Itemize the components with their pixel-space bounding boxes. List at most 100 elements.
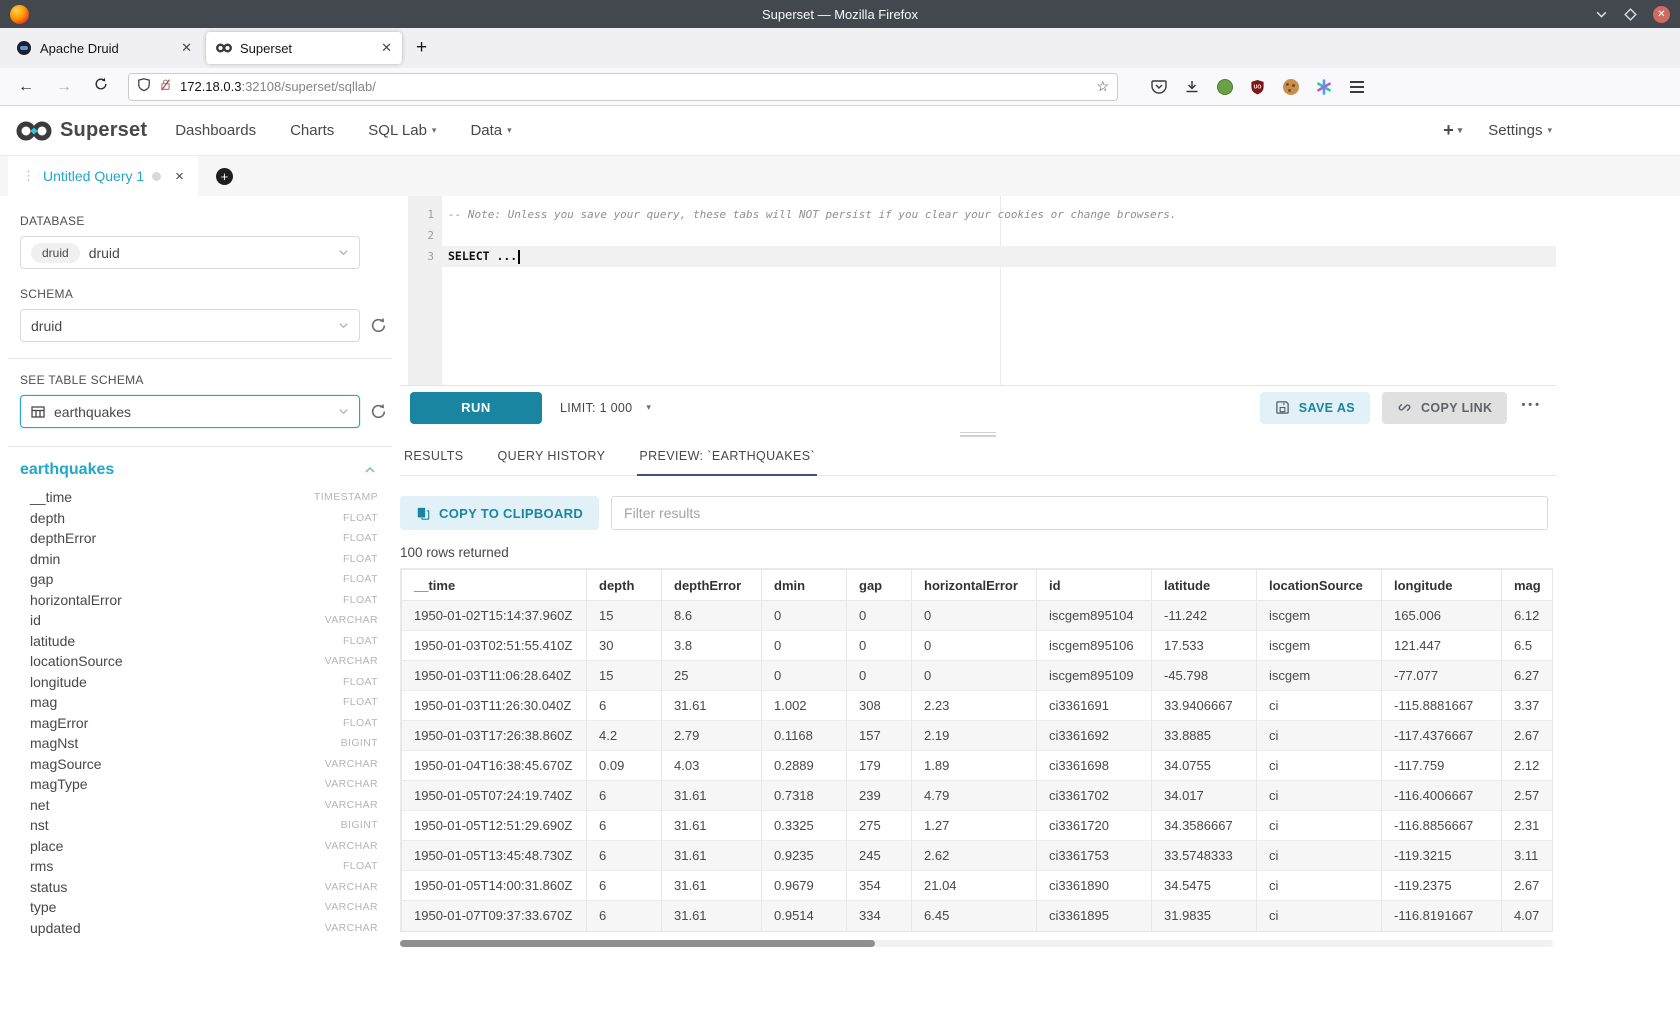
query-tab-close-icon[interactable]: × xyxy=(175,168,184,185)
more-actions-button[interactable]: ••• xyxy=(1519,399,1546,417)
nav-item-data[interactable]: Data▾ xyxy=(470,122,511,139)
window-minimize-icon[interactable] xyxy=(1595,8,1608,21)
horizontal-scrollbar[interactable] xyxy=(400,940,1553,947)
schema-column-row[interactable]: statusVARCHAR xyxy=(30,877,378,898)
schema-column-row[interactable]: typeVARCHAR xyxy=(30,897,378,918)
settings-menu[interactable]: Settings▾ xyxy=(1488,122,1552,139)
schema-column-row[interactable]: magNstBIGINT xyxy=(30,733,378,754)
container-icon[interactable] xyxy=(1315,78,1332,95)
menu-icon[interactable] xyxy=(1348,78,1365,95)
filter-results-input[interactable] xyxy=(611,496,1548,530)
database-select[interactable]: druid druid xyxy=(20,236,360,269)
column-header[interactable]: latitude xyxy=(1152,570,1257,601)
nav-item-charts[interactable]: Charts xyxy=(290,122,334,139)
cookie-icon[interactable] xyxy=(1282,78,1299,95)
table-row[interactable]: 1950-01-05T07:24:19.740Z631.610.73182394… xyxy=(402,781,1554,811)
schema-column-row[interactable]: depthFLOAT xyxy=(30,508,378,529)
schema-column-row[interactable]: placeVARCHAR xyxy=(30,836,378,857)
nav-item-dashboards[interactable]: Dashboards xyxy=(175,122,256,139)
editor-line[interactable]: 3SELECT ... xyxy=(408,246,1556,267)
column-header[interactable]: longitude xyxy=(1382,570,1502,601)
schema-column-row[interactable]: __timeTIMESTAMP xyxy=(30,487,378,508)
download-icon[interactable] xyxy=(1183,78,1200,95)
table-row[interactable]: 1950-01-04T16:38:45.670Z0.094.030.288917… xyxy=(402,751,1554,781)
back-icon[interactable]: ← xyxy=(10,78,42,96)
tab-close-icon[interactable]: ✕ xyxy=(381,40,392,56)
schema-column-row[interactable]: magErrorFLOAT xyxy=(30,713,378,734)
schema-column-row[interactable]: netVARCHAR xyxy=(30,795,378,816)
window-maximize-icon[interactable] xyxy=(1624,8,1637,21)
column-header[interactable]: horizontalError xyxy=(912,570,1037,601)
editor-line[interactable]: 2 xyxy=(408,225,1556,246)
forward-icon[interactable]: → xyxy=(48,78,80,96)
column-header[interactable]: dmin xyxy=(762,570,847,601)
schema-column-row[interactable]: horizontalErrorFLOAT xyxy=(30,590,378,611)
tab-close-icon[interactable]: ✕ xyxy=(181,40,192,56)
shield-icon[interactable] xyxy=(137,77,151,97)
schema-select[interactable]: druid xyxy=(20,309,360,342)
copy-to-clipboard-button[interactable]: COPY TO CLIPBOARD xyxy=(400,496,599,530)
table-row[interactable]: 1950-01-05T13:45:48.730Z631.610.92352452… xyxy=(402,841,1554,871)
schema-column-row[interactable]: idVARCHAR xyxy=(30,610,378,631)
schema-column-row[interactable]: depthErrorFLOAT xyxy=(30,528,378,549)
schema-column-row[interactable]: gapFLOAT xyxy=(30,569,378,590)
column-header[interactable]: id xyxy=(1037,570,1152,601)
add-new-button[interactable]: +▾ xyxy=(1443,120,1462,141)
tab-preview-earthquakes[interactable]: PREVIEW: `EARTHQUAKES` xyxy=(637,439,817,476)
schema-column-row[interactable]: magTypeVARCHAR xyxy=(30,774,378,795)
table-row[interactable]: 1950-01-03T11:06:28.640Z1525000iscgem895… xyxy=(402,661,1554,691)
schema-panel-title[interactable]: earthquakes xyxy=(20,461,114,479)
browser-tab-superset[interactable]: Superset ✕ xyxy=(206,32,402,64)
superset-logo[interactable]: Superset xyxy=(16,119,147,143)
query-tab-active[interactable]: ⋮ Untitled Query 1 × xyxy=(8,156,198,196)
run-button[interactable]: RUN xyxy=(410,392,542,424)
table-row[interactable]: 1950-01-05T12:51:29.690Z631.610.33252751… xyxy=(402,811,1554,841)
drag-handle-icon[interactable]: ⋮ xyxy=(22,168,35,184)
scrollbar-thumb[interactable] xyxy=(400,940,875,947)
new-tab-button[interactable]: + xyxy=(404,37,439,59)
insecure-lock-icon[interactable] xyxy=(159,77,172,97)
privacy-badger-icon[interactable] xyxy=(1216,78,1233,95)
refresh-table-icon[interactable] xyxy=(370,403,387,420)
schema-column-row[interactable]: magFLOAT xyxy=(30,692,378,713)
url-bar[interactable]: 172.18.0.3:32108/superset/sqllab/ ☆ xyxy=(128,73,1118,101)
editor-line[interactable]: 1-- Note: Unless you save your query, th… xyxy=(408,204,1556,225)
refresh-schema-icon[interactable] xyxy=(370,317,387,334)
schema-column-row[interactable]: magSourceVARCHAR xyxy=(30,754,378,775)
column-header[interactable]: __time xyxy=(402,570,587,601)
limit-dropdown[interactable]: LIMIT: 1 000 ▾ xyxy=(560,401,651,415)
schema-column-row[interactable]: rmsFLOAT xyxy=(30,856,378,877)
column-header[interactable]: depthError xyxy=(662,570,762,601)
column-header[interactable]: locationSource xyxy=(1257,570,1382,601)
schema-column-row[interactable]: nstBIGINT xyxy=(30,815,378,836)
browser-tab-druid[interactable]: Apache Druid ✕ xyxy=(6,32,202,64)
schema-column-row[interactable]: updatedVARCHAR xyxy=(30,918,378,939)
schema-column-row[interactable]: dminFLOAT xyxy=(30,549,378,570)
nav-item-sql-lab[interactable]: SQL Lab▾ xyxy=(368,122,436,139)
table-select[interactable]: earthquakes xyxy=(20,395,360,428)
table-row[interactable]: 1950-01-05T14:00:31.860Z631.610.96793542… xyxy=(402,871,1554,901)
schema-column-row[interactable]: longitudeFLOAT xyxy=(30,672,378,693)
save-as-button[interactable]: SAVE AS xyxy=(1260,392,1370,424)
column-header[interactable]: depth xyxy=(587,570,662,601)
panel-resize-handle[interactable] xyxy=(400,429,1556,439)
bookmark-star-icon[interactable]: ☆ xyxy=(1096,78,1109,95)
pocket-icon[interactable] xyxy=(1150,78,1167,95)
schema-column-row[interactable]: latitudeFLOAT xyxy=(30,631,378,652)
table-row[interactable]: 1950-01-02T15:14:37.960Z158.6000iscgem89… xyxy=(402,601,1554,631)
column-header[interactable]: gap xyxy=(847,570,912,601)
table-row[interactable]: 1950-01-03T17:26:38.860Z4.22.790.1168157… xyxy=(402,721,1554,751)
table-row[interactable]: 1950-01-07T09:37:33.670Z631.610.95143346… xyxy=(402,901,1554,931)
add-query-tab-button[interactable]: + xyxy=(198,156,251,196)
window-close-icon[interactable]: ✕ xyxy=(1653,6,1670,23)
tab-results[interactable]: RESULTS xyxy=(402,439,466,476)
table-row[interactable]: 1950-01-03T02:51:55.410Z303.8000iscgem89… xyxy=(402,631,1554,661)
schema-column-row[interactable]: locationSourceVARCHAR xyxy=(30,651,378,672)
tab-query-history[interactable]: QUERY HISTORY xyxy=(496,439,608,476)
table-row[interactable]: 1950-01-03T11:26:30.040Z631.611.0023082.… xyxy=(402,691,1554,721)
reload-icon[interactable] xyxy=(86,77,116,96)
column-header[interactable]: mag xyxy=(1502,570,1554,601)
sql-editor[interactable]: 1-- Note: Unless you save your query, th… xyxy=(400,196,1556,385)
ublock-icon[interactable]: UO xyxy=(1249,78,1266,95)
copy-link-button[interactable]: COPY LINK xyxy=(1382,392,1507,424)
